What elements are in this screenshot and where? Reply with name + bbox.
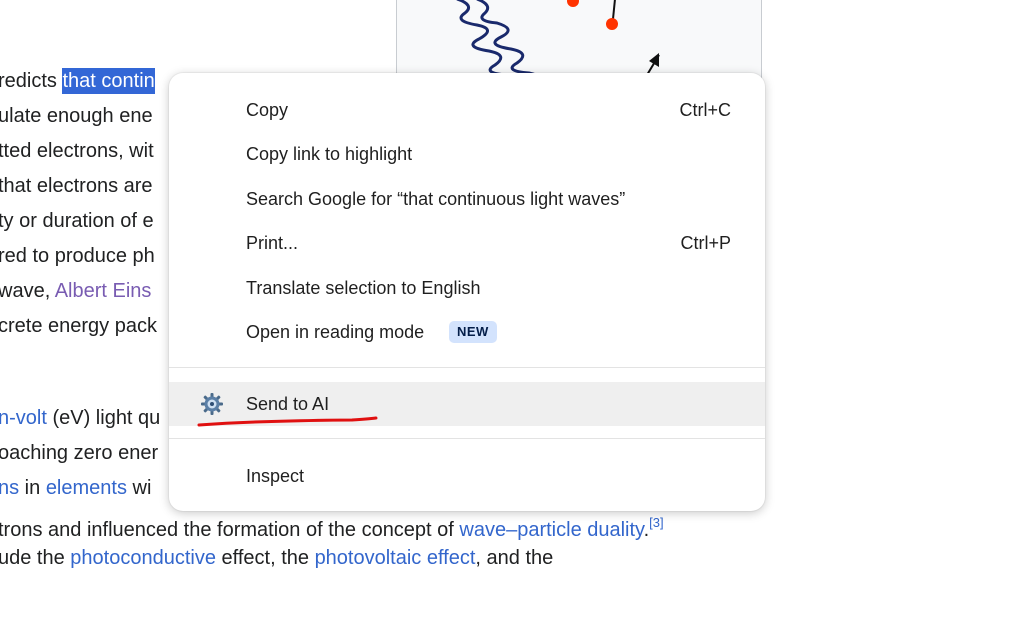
article-text: ty or duration of e bbox=[0, 210, 154, 232]
article-link[interactable]: wave–particle duality bbox=[459, 519, 643, 541]
article-line: ude the photoconductive effect, the phot… bbox=[0, 545, 553, 571]
menu-item-label: Copy link to highlight bbox=[246, 143, 413, 164]
article-text: ulate enough ene bbox=[0, 105, 153, 127]
article-line: oaching zero ener bbox=[0, 440, 158, 466]
article-line: n-volt (eV) light qu bbox=[0, 405, 160, 431]
menu-item-label: Print... bbox=[246, 232, 299, 253]
article-link[interactable]: elements bbox=[46, 477, 127, 499]
article-text: effect, the bbox=[215, 547, 315, 569]
menu-item-send-to-ai[interactable]: Send to AI bbox=[169, 382, 765, 426]
article-line: trons and influenced the formation of th… bbox=[0, 510, 664, 543]
article-text: , and the bbox=[475, 547, 554, 569]
menu-item-inspect[interactable]: Inspect bbox=[169, 454, 765, 498]
selected-text: that contin bbox=[62, 68, 155, 94]
extension-gear-icon bbox=[200, 392, 224, 416]
article-text: that electrons are bbox=[0, 175, 153, 197]
menu-item-label: Open in reading mode bbox=[246, 321, 425, 342]
menu-item-shortcut: Ctrl+C bbox=[679, 99, 731, 120]
menu-item-open-reading-mode[interactable]: Open in reading mode NEW bbox=[169, 310, 765, 354]
article-line: ty or duration of e bbox=[0, 208, 154, 234]
article-text: ude the bbox=[0, 547, 71, 569]
menu-item-copy[interactable]: Copy Ctrl+C bbox=[169, 88, 765, 132]
menu-item-label: Translate selection to English bbox=[246, 277, 481, 298]
article-text: tted electrons, wit bbox=[0, 140, 154, 162]
menu-item-shortcut: Ctrl+P bbox=[680, 232, 731, 253]
article-line: ulate enough ene bbox=[0, 103, 153, 129]
article-line: tted electrons, wit bbox=[0, 138, 154, 164]
article-text: redicts bbox=[0, 70, 63, 92]
article-text: oaching zero ener bbox=[0, 442, 159, 464]
menu-item-label: Copy bbox=[246, 99, 289, 120]
menu-item-label: Send to AI bbox=[246, 393, 330, 414]
article-text: in bbox=[19, 477, 46, 499]
article-text: (eV) light qu bbox=[46, 407, 161, 429]
menu-item-copy-link-to-highlight[interactable]: Copy link to highlight bbox=[169, 132, 765, 176]
menu-item-print[interactable]: Print... Ctrl+P bbox=[169, 221, 765, 265]
menu-item-search-google[interactable]: Search Google for “that continuous light… bbox=[169, 177, 765, 221]
article-line: red to produce ph bbox=[0, 243, 155, 269]
article-line: ns in elements wi bbox=[0, 475, 151, 501]
article-text: red to produce ph bbox=[0, 245, 155, 267]
article-line: crete energy pack bbox=[0, 313, 157, 339]
article-link[interactable]: Albert Eins bbox=[55, 280, 152, 302]
menu-item-label: Search Google for “that continuous light… bbox=[246, 188, 626, 209]
article-text: wave, bbox=[0, 280, 55, 302]
article-link[interactable]: photovoltaic effect bbox=[315, 547, 476, 569]
article-line: redicts that contin bbox=[0, 68, 155, 94]
article-text: crete energy pack bbox=[0, 315, 157, 337]
article-text: trons and influenced the formation of th… bbox=[0, 519, 460, 541]
menu-separator bbox=[169, 367, 765, 368]
menu-separator bbox=[169, 438, 765, 439]
article-text: wi bbox=[126, 477, 152, 499]
reference-link[interactable]: [3] bbox=[649, 515, 663, 530]
context-menu: Copy Ctrl+C Copy link to highlight Searc… bbox=[169, 73, 765, 511]
article-link[interactable]: ns bbox=[0, 477, 19, 499]
article-link[interactable]: photoconductive bbox=[70, 547, 216, 569]
article-line: wave, Albert Eins bbox=[0, 278, 151, 304]
article-line: that electrons are bbox=[0, 173, 153, 199]
menu-item-translate-selection[interactable]: Translate selection to English bbox=[169, 266, 765, 310]
menu-item-label: Inspect bbox=[246, 465, 305, 486]
new-badge: NEW bbox=[449, 321, 497, 343]
article-link[interactable]: n-volt bbox=[0, 407, 47, 429]
